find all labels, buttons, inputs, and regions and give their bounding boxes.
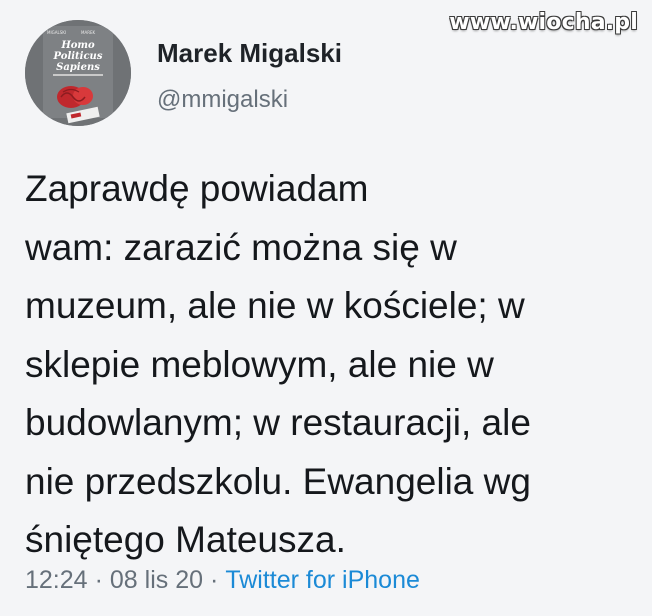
tweet-meta: 12:24 · 08 lis 20 · Twitter for iPhone (25, 566, 420, 595)
meta-separator: · (94, 566, 103, 594)
tweet-line: wam: zarazić można się w (25, 226, 457, 268)
avatar-author-2: MAREK (81, 30, 95, 35)
tweet-line: sklepie meblowym, ale nie w (25, 343, 494, 385)
tweet-line: Zaprawdę powiadam (25, 168, 369, 209)
tweet-source-link[interactable]: Twitter for iPhone (225, 566, 420, 594)
author-name[interactable]: Marek Migalski (157, 38, 342, 69)
tweet-line: muzeum, ale nie w kościele; w (25, 285, 525, 326)
author-handle[interactable]: @mmigalski (157, 86, 288, 114)
avatar-author-1: MIGALSKI (47, 30, 66, 35)
avatar-book-cover-icon: MIGALSKI MAREK Homo Politicus Sapiens (25, 20, 131, 126)
avatar-title-line-1: Homo (60, 40, 95, 51)
tweet-card: www.wiocha.pl MIGALSKI MAREK Homo Politi… (0, 0, 652, 616)
avatar-title-line-3: Sapiens (56, 62, 100, 73)
tweet-line: śniętego Mateusza. (25, 519, 346, 560)
tweet-time[interactable]: 12:24 (25, 566, 88, 594)
site-watermark: www.wiocha.pl (449, 10, 638, 35)
tweet-line: nie przedszkolu. Ewangelia wg (25, 460, 531, 502)
meta-separator: · (210, 566, 219, 594)
tweet-date[interactable]: 08 lis 20 (110, 566, 203, 594)
avatar[interactable]: MIGALSKI MAREK Homo Politicus Sapiens (25, 20, 131, 126)
avatar-title-line-2: Politicus (53, 51, 103, 62)
tweet-text: Zaprawdę powiadam wam: zarazić można się… (25, 160, 635, 570)
tweet-line: budowlanym; w restauracji, ale (25, 402, 531, 443)
